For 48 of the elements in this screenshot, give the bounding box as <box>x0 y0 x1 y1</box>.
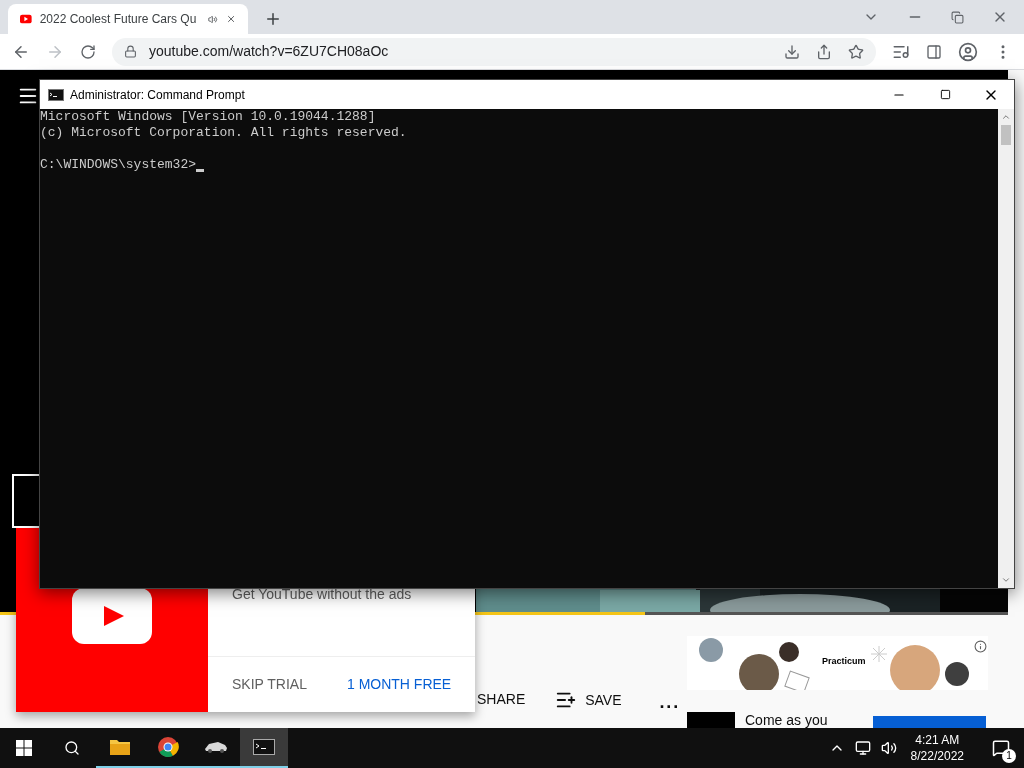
tab-title: 2022 Coolest Future Cars Qu <box>39 11 197 28</box>
url-text: youtube.com/watch?v=6ZU7CH08aOc <box>149 42 389 61</box>
restore-icon[interactable] <box>951 10 964 24</box>
profile-icon[interactable] <box>958 41 978 62</box>
windows-logo-icon <box>16 740 32 756</box>
address-bar[interactable]: youtube.com/watch?v=6ZU7CH08aOc <box>112 37 876 66</box>
search-icon[interactable] <box>64 740 80 756</box>
terminal-icon <box>48 88 64 101</box>
terminal-icon <box>253 739 275 755</box>
scroll-down-icon[interactable] <box>1001 575 1011 585</box>
console-line: Microsoft Windows [Version 10.0.19044.1288] <box>40 109 377 125</box>
clock[interactable]: 4:21 AM 8/22/2022 <box>906 732 968 764</box>
info-icon[interactable] <box>974 640 987 653</box>
free-trial-button[interactable]: 1 MONTH FREE <box>346 674 452 695</box>
lock-icon <box>124 45 137 58</box>
network-icon[interactable] <box>854 740 871 756</box>
maximize-icon[interactable] <box>939 89 951 100</box>
browser-tab[interactable]: 2022 Coolest Future Cars Qu <box>8 4 248 34</box>
console-prompt: C:\WINDOWS\system32> <box>40 157 197 173</box>
premium-text: Get YouTube without the ads <box>232 586 412 602</box>
share-button[interactable]: SHARE <box>477 689 526 710</box>
video-title[interactable]: Come as you <box>745 712 855 728</box>
folder-icon <box>109 738 131 756</box>
scroll-up-icon[interactable] <box>1001 112 1011 122</box>
more-button[interactable]: ... <box>659 689 680 716</box>
chrome-icon <box>157 736 179 758</box>
side-panel-icon[interactable] <box>926 43 942 60</box>
scroll-thumb[interactable] <box>1001 125 1011 145</box>
save-button[interactable]: SAVE <box>555 689 622 711</box>
taskbar-app[interactable] <box>240 728 288 768</box>
console-line: (c) Microsoft Corporation. All rights reserved. <box>40 125 408 141</box>
new-tab-icon[interactable] <box>264 10 282 28</box>
share-icon[interactable] <box>816 43 832 60</box>
play-logo-icon <box>72 588 152 644</box>
text-cursor <box>196 169 205 172</box>
reload-icon[interactable] <box>80 43 96 60</box>
video-thumbnail[interactable] <box>687 712 735 728</box>
install-icon[interactable] <box>784 43 800 60</box>
bookmark-star-icon[interactable] <box>848 43 864 60</box>
car-icon <box>204 740 228 754</box>
notification-button[interactable]: 1 <box>986 733 1016 763</box>
action-label: SAVE <box>585 690 622 710</box>
scrollbar[interactable] <box>998 109 1014 588</box>
ad-brand: Practicum <box>822 655 866 668</box>
youtube-logo-icon <box>20 13 32 25</box>
skip-trial-button[interactable]: SKIP TRIAL <box>232 674 307 695</box>
volume-icon[interactable] <box>880 740 897 756</box>
window-title: Administrator: Command Prompt <box>70 86 245 104</box>
